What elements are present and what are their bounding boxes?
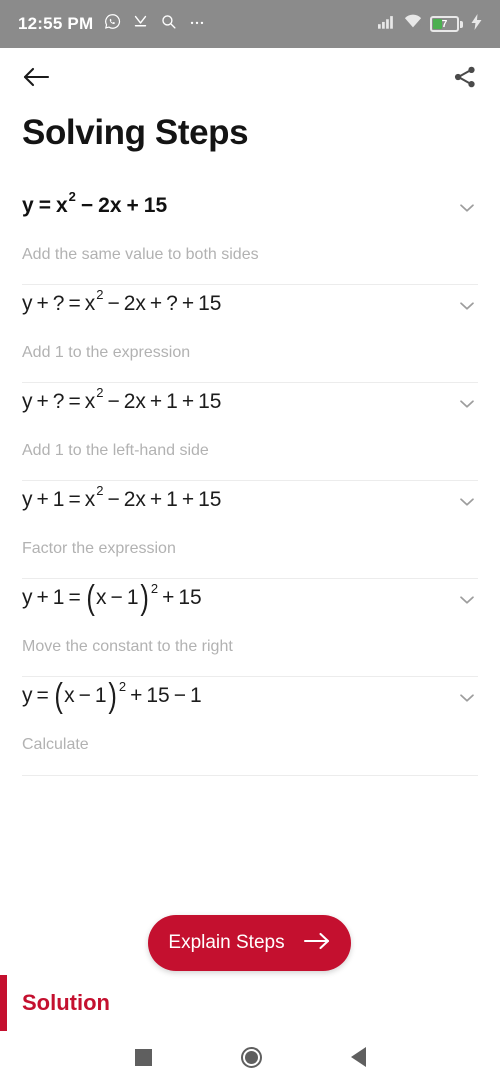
wifi-icon [404,14,422,34]
chevron-down-icon[interactable] [456,579,478,616]
step-formula: y = (x −1) 2 +15−1 [22,677,202,716]
arrow-right-icon [303,931,331,956]
step-header[interactable]: y = x2−2x +15 [22,187,478,227]
step-header[interactable]: y +? = x2−2x +1 +15 [22,383,478,423]
app-bar [0,48,500,110]
search-icon [160,13,177,35]
step-divider [22,774,478,776]
share-icon [452,64,478,95]
back-nav-button[interactable] [350,1047,366,1067]
chevron-down-icon[interactable] [456,383,478,420]
status-bar-left: 12:55 PM [18,13,378,35]
step-formula: y +? = x2−2x +? +15 [22,286,222,315]
more-dots-icon [188,13,206,35]
step-hint: Factor the expression [22,540,176,558]
step-item[interactable]: y +? = x2−2x +? +15 Add 1 to the expression [0,285,500,383]
status-bar-clock: 12:55 PM [18,14,94,33]
page-title: Solving Steps [22,113,249,152]
solution-accent-bar [0,975,7,1031]
chevron-down-icon[interactable] [456,481,478,518]
step-header[interactable]: y +? = x2−2x +? +15 [22,285,478,325]
triangle-back-icon [350,1047,366,1067]
square-recents-icon [134,1048,152,1066]
step-header[interactable]: y +1 = x2−2x +1 +15 [22,481,478,521]
chevron-down-icon[interactable] [456,677,478,714]
explain-steps-button[interactable]: Explain Steps [148,915,351,971]
whatsapp-icon [104,13,121,35]
solving-steps-list: y = x2−2x +15 Add the same value to both si… [0,187,500,776]
charging-bolt-icon [471,13,482,35]
explain-steps-label: Explain Steps [168,932,285,953]
back-button[interactable] [22,65,50,94]
step-formula: y +1 = (x −1) 2 +15 [22,579,202,618]
battery-icon: 7 [430,16,463,32]
step-header[interactable]: y = (x −1) 2 +15−1 [22,677,478,717]
signal-bars-icon [378,14,396,34]
download-complete-icon [132,13,149,35]
recents-button[interactable] [134,1048,152,1066]
status-bar-right: 7 [378,13,482,35]
step-item[interactable]: y +1 = (x −1) 2 +15 Move the constant to the r… [0,579,500,678]
step-header[interactable]: y +1 = (x −1) 2 +15 [22,579,478,619]
step-hint: Calculate [22,736,89,754]
step-hint: Add 1 to the expression [22,343,191,361]
battery-level-label: 7 [441,18,448,30]
share-button[interactable] [452,64,478,95]
step-formula: y +1 = x2−2x +1 +15 [22,483,222,512]
home-button[interactable] [240,1046,262,1068]
step-formula: y +? = x2−2x +1 +15 [22,384,222,413]
step-hint: Move the constant to the right [22,638,233,656]
step-hint: Add 1 to the left-hand side [22,441,209,459]
android-nav-bar [0,1031,500,1083]
chevron-down-icon[interactable] [456,187,478,224]
solution-label: Solution [22,990,110,1015]
solution-section[interactable]: Solution [0,975,500,1031]
step-item[interactable]: y +1 = x2−2x +1 +15 Factor the expression [0,481,500,580]
step-item[interactable]: y = (x −1) 2 +15−1 Calculate [0,677,500,776]
step-item[interactable]: y = x2−2x +15 Add the same value to both si… [0,187,500,285]
chevron-down-icon[interactable] [456,285,478,322]
arrow-left-icon [22,65,50,94]
step-item[interactable]: y +? = x2−2x +1 +15 Add 1 to the left-hand si… [0,383,500,482]
status-bar: 12:55 PM 7 [0,0,500,48]
step-hint: Add the same value to both sides [22,245,259,263]
circle-home-icon [240,1046,262,1068]
step-formula: y = x2−2x +15 [22,188,168,217]
